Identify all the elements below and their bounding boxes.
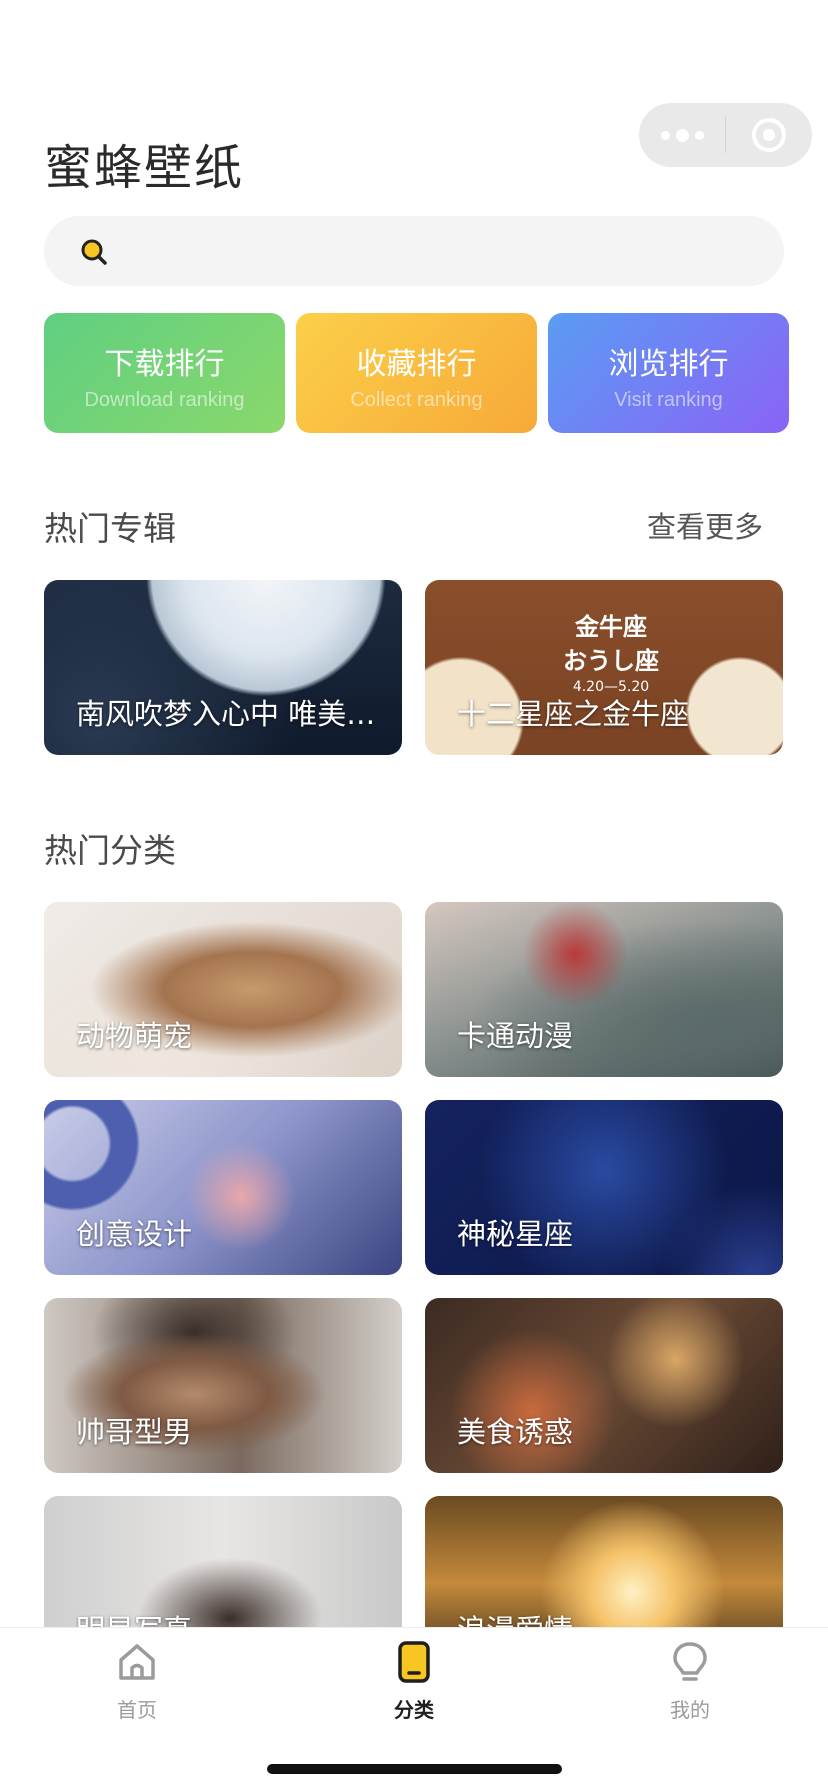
category-card[interactable]: 美食诱惑 [425,1298,783,1473]
category-label: 动物萌宠 [76,1019,193,1053]
album-label: 十二星座之金牛座 [457,697,690,731]
dot-icon [675,128,689,142]
visit-ranking-button[interactable]: 浏览排行 Visit ranking [548,313,789,433]
hot-categories-title: 热门分类 [44,831,176,870]
collect-ranking-button[interactable]: 收藏排行 Collect ranking [296,313,537,433]
target-icon [752,118,786,152]
album-artwork-text: 金牛座 おうし座 4.20—5.20 [563,613,659,695]
app-title: 蜜蜂壁纸 [44,140,245,196]
ranking-title: 收藏排行 [356,347,477,382]
category-label: 神秘星座 [457,1217,574,1251]
tab-category[interactable]: 分类 [314,1640,514,1723]
view-more-link[interactable]: 查看更多 [647,504,763,546]
tab-label: 分类 [394,1698,434,1722]
ranking-subtitle: Visit ranking [614,389,723,411]
category-card[interactable]: 卡通动漫 [425,902,783,1077]
category-card[interactable]: 神秘星座 [425,1100,783,1275]
category-label: 卡通动漫 [457,1019,574,1053]
category-label: 帅哥型男 [76,1415,193,1449]
ranking-title: 浏览排行 [608,347,729,382]
ranking-subtitle: Collect ranking [350,389,483,411]
ranking-subtitle: Download ranking [84,389,245,411]
ranking-title: 下载排行 [104,347,225,382]
dot-icon [694,130,704,140]
home-icon [119,1644,155,1680]
tab-label: 我的 [670,1698,710,1722]
hot-albums-title: 热门专辑 [44,509,176,548]
dot-icon [660,130,670,140]
close-miniprogram-button[interactable] [726,103,812,167]
category-card[interactable]: 创意设计 [44,1100,402,1275]
bulb-icon [673,1642,707,1681]
category-icon [398,1641,430,1683]
miniprogram-capsule [639,103,812,167]
more-menu-button[interactable] [639,103,725,167]
search-bar[interactable] [44,216,784,286]
tab-label: 首页 [117,1698,157,1722]
album-label: 南风吹梦入心中 唯美… [76,697,376,731]
category-card[interactable]: 帅哥型男 [44,1298,402,1473]
category-label: 创意设计 [76,1217,193,1251]
search-icon [81,239,107,265]
album-card[interactable]: 金牛座 おうし座 4.20—5.20 十二星座之金牛座 [425,580,783,755]
search-input[interactable] [128,216,748,286]
category-card[interactable]: 动物萌宠 [44,902,402,1077]
download-ranking-button[interactable]: 下载排行 Download ranking [44,313,285,433]
home-indicator[interactable] [267,1764,562,1774]
tab-mine[interactable]: 我的 [590,1640,790,1723]
album-card[interactable]: 南风吹梦入心中 唯美… [44,580,402,755]
category-label: 美食诱惑 [457,1415,574,1449]
tab-home[interactable]: 首页 [37,1640,237,1723]
